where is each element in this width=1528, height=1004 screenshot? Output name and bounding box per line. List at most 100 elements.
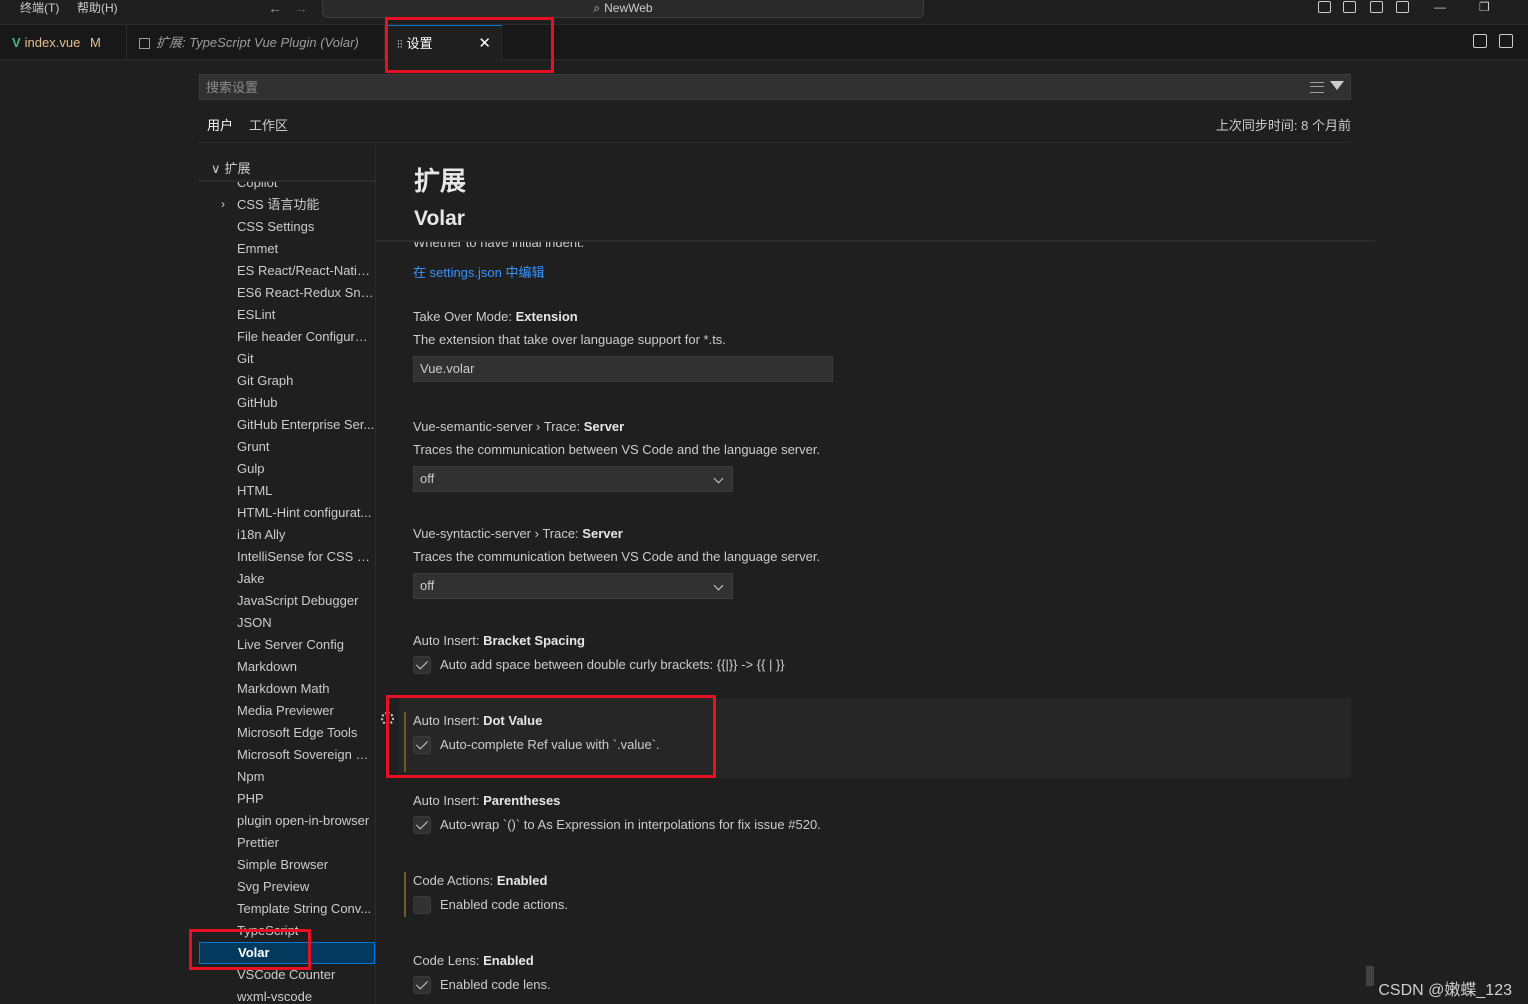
minimize-icon[interactable]: — [1434,0,1446,14]
setting-title: Auto Insert: Dot Value [413,712,1353,730]
toc-item[interactable]: Grunt [237,436,375,458]
tab-index-vue[interactable]: Vindex.vue M [0,25,127,60]
setting-category: Take Over Mode: [413,309,516,324]
chevron-right-icon[interactable]: › [221,193,225,215]
watermark: CSDN @嫩蝶_123 [1378,982,1512,999]
toc-item[interactable]: GitHub [237,392,375,414]
scrollbar-thumb[interactable] [1366,966,1374,986]
setting-title: Auto Insert: Bracket Spacing [413,632,1353,650]
setting-title: Auto Insert: Parentheses [413,792,1353,810]
back-arrow-icon[interactable]: ← [268,0,282,16]
settings-toc: ∨ 扩展 › Copilot CSS 语言功能 CSS Settings Emmet ES… [199,155,375,1004]
toc-item[interactable]: VSCode Counter [237,964,375,986]
setting-checkbox[interactable] [413,976,431,994]
setting-name: Enabled [483,953,534,968]
check-icon [415,817,429,830]
tab-workspace[interactable]: 工作区 [249,117,288,143]
toc-item[interactable]: Git [237,348,375,370]
setting-select[interactable]: off [413,573,733,599]
tab-label: index.vue [24,35,81,50]
toc-item[interactable]: i18n Ally [237,524,375,546]
forward-arrow-icon[interactable]: → [294,0,308,16]
toc-item[interactable]: Microsoft Sovereign C... [237,744,375,766]
toc-item[interactable]: Npm [237,766,375,788]
toc-item[interactable]: Prettier [237,832,375,854]
toggle-primary-sidebar-icon[interactable] [1318,1,1331,13]
toc-item[interactable]: Markdown [237,656,375,678]
setting-item: Vue-syntactic-server › Trace: Server Trac… [413,525,1353,599]
setting-item: Auto Insert: Parentheses Auto-wrap `()` t… [413,792,1353,835]
toc-item[interactable]: Gulp [237,458,375,480]
toc-item[interactable]: Volar [199,942,375,964]
toc-item[interactable]: plugin open-in-browser [237,810,375,832]
split-editor-icon[interactable] [1499,34,1513,48]
menu-help[interactable]: 帮助(H) [77,0,118,16]
setting-select[interactable]: off [413,466,733,492]
tab-user[interactable]: 用户 [207,117,234,143]
toc-item[interactable]: JSON [237,612,375,634]
chevron-down-icon [713,580,724,591]
toc-item[interactable]: Emmet [237,238,375,260]
toc-item[interactable]: ES React/React-Native... [237,260,375,282]
restore-icon[interactable]: ❐ [1479,0,1490,14]
setting-checkbox[interactable] [413,896,431,914]
toc-item[interactable]: CSS Settings [237,216,375,238]
extension-icon [139,38,150,50]
toc-item[interactable]: Media Previewer [237,700,375,722]
setting-category: Auto Insert: [413,633,484,648]
toggle-panel-icon[interactable] [1343,1,1356,13]
last-sync-time: 上次同步时间: 8 个月前 [1215,118,1351,133]
toc-item[interactable]: File header Configurat... [237,326,375,348]
search-icon: ⌕ [593,1,601,15]
toggle-secondary-sidebar-icon[interactable] [1370,1,1383,13]
toc-item[interactable]: Markdown Math [237,678,375,700]
setting-description: Traces the communication between VS Code… [413,549,821,564]
toc-item[interactable]: ESLint [237,304,375,326]
tab-settings[interactable]: ⫶⫶ 设置 ✕ [385,25,502,60]
section-title: 扩展 [414,166,467,196]
checkbox-row: Enabled code lens. [413,975,1353,995]
check-icon [415,657,429,670]
toc-item[interactable]: Svg Preview [237,876,375,898]
setting-name: Enabled [496,873,548,888]
filter-icon[interactable] [1330,81,1344,90]
toc-item[interactable]: JavaScript Debugger [237,590,375,612]
toc-item[interactable]: wxml-vscode [237,986,375,1004]
check-icon [415,977,429,990]
toc-item[interactable]: CSS 语言功能 [237,194,375,216]
toc-item[interactable]: Jake [237,568,375,590]
setting-text-input[interactable]: Vue.volar [413,356,833,382]
setting-checkbox[interactable] [413,656,431,674]
toc-item[interactable]: Simple Browser [237,854,375,876]
toc-item[interactable]: HTML-Hint configurat... [237,502,375,524]
setting-description: Auto add space between double curly brac… [440,657,785,672]
command-center[interactable]: ⌕ NewWeb [322,0,924,18]
toc-item[interactable]: ES6 React-Redux Snip... [237,282,375,304]
toc-item[interactable]: PHP [237,788,375,810]
toc-item[interactable]: HTML [237,480,375,502]
scope-divider [199,142,1351,143]
setting-checkbox[interactable] [413,816,431,834]
setting-item: Code Actions: Enabled Enabled code action… [413,872,1353,915]
setting-name: Server [582,526,623,541]
toc-item[interactable]: Live Server Config [237,634,375,656]
close-icon[interactable]: ✕ [478,26,491,61]
setting-name: Dot Value [483,713,543,728]
open-settings-json-icon[interactable] [1473,34,1487,48]
setting-checkbox[interactable] [413,736,431,754]
settings-search-input[interactable] [206,77,1296,97]
clear-filter-icon[interactable] [1310,82,1324,93]
toc-item[interactable]: Git Graph [237,370,375,392]
toc-header-extensions[interactable]: ∨ 扩展 [199,158,375,182]
menu-terminal[interactable]: 终端(T) [20,0,59,16]
toc-item[interactable]: IntelliSense for CSS cl... [237,546,375,568]
customize-layout-icon[interactable] [1396,1,1409,13]
setting-description: The extension that take over language su… [413,332,726,347]
edit-in-settings-json-link[interactable]: 在 settings.json 中编辑 [413,262,545,281]
tab-extension-volar[interactable]: 扩展: TypeScript Vue Plugin (Volar) [127,25,385,60]
settings-sticky-header: 扩展 Volar [376,145,1375,242]
toc-item[interactable]: Microsoft Edge Tools [237,722,375,744]
toc-item[interactable]: Template String Conv... [237,898,375,920]
toc-item[interactable]: GitHub Enterprise Ser... [237,414,375,436]
toc-item[interactable]: TypeScript [237,920,375,942]
